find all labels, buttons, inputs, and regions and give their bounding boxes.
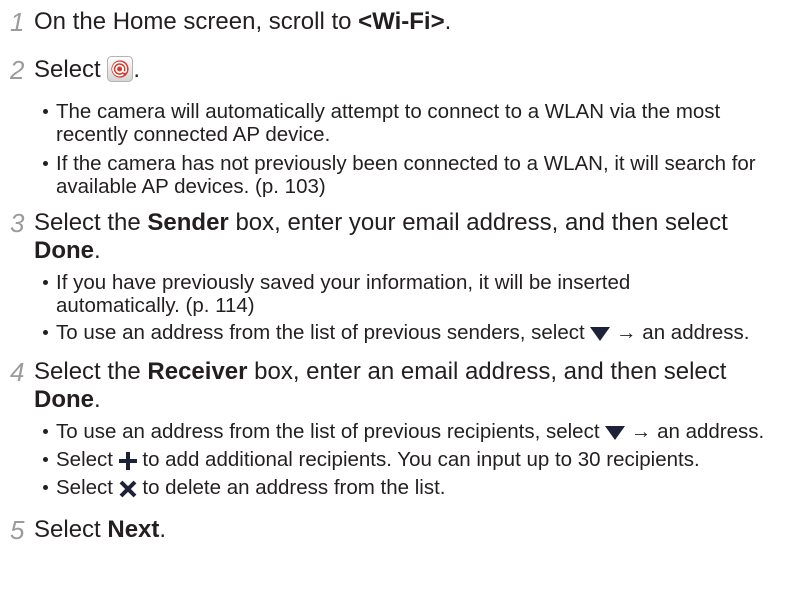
email-icon bbox=[107, 55, 134, 82]
bullet-text-run: To use an address from the list of previ… bbox=[56, 420, 606, 443]
step-number: 5 bbox=[10, 515, 25, 545]
step-text-run: . bbox=[94, 237, 101, 264]
bullet-text-run: The camera will automatically attempt to… bbox=[56, 100, 721, 123]
bullet-text: If the camera has not previously been co… bbox=[56, 152, 756, 175]
bullet-text-run: If you have previously saved your inform… bbox=[56, 271, 631, 294]
dropdown-triangle-icon bbox=[605, 425, 626, 440]
step-text: Select the Sender box, enter your email … bbox=[34, 209, 728, 237]
ui-term-next: Next bbox=[107, 516, 160, 543]
step-text-run: . bbox=[133, 56, 141, 83]
bullet-dot bbox=[43, 109, 48, 114]
bullet-dot bbox=[43, 485, 48, 490]
bullet-text-run: to add additional recipients. You can in… bbox=[136, 448, 700, 471]
step-text-run: . bbox=[94, 386, 101, 413]
bullet-dot bbox=[43, 161, 48, 166]
step-number: 3 bbox=[10, 208, 25, 238]
bullet-text: If you have previously saved your inform… bbox=[56, 271, 630, 294]
bullet-text-run: available AP devices. (p. 103) bbox=[56, 175, 326, 198]
step-text-run: box, enter your email address, and then … bbox=[228, 209, 728, 236]
bullet-text: Select to delete an address from the lis… bbox=[56, 476, 445, 499]
bullet-text-run: recently connected AP device. bbox=[56, 123, 331, 146]
bullet-text: To use an address from the list of previ… bbox=[56, 420, 764, 443]
step-text: Done. bbox=[34, 237, 101, 265]
bullet-text-run: Select bbox=[56, 448, 119, 471]
bullet-text-run: To use an address from the list of previ… bbox=[56, 321, 591, 344]
bullet-text: Select to add additional recipients. You… bbox=[56, 448, 700, 471]
step-text: Done. bbox=[34, 386, 101, 414]
bullet-text-run: automatically. (p. 114) bbox=[56, 294, 255, 317]
bullet-dot bbox=[43, 457, 48, 462]
bullet-text: automatically. (p. 114) bbox=[56, 294, 255, 317]
step-text: Select . bbox=[34, 55, 141, 84]
bullet-dot bbox=[43, 280, 48, 285]
step-number: 1 bbox=[10, 7, 25, 37]
step-text-run: On the Home screen, scroll to bbox=[34, 8, 359, 35]
step-text-run: box, enter an email address, and then se… bbox=[247, 358, 727, 385]
manual-page: 1 On the Home screen, scroll to <Wi-Fi>.… bbox=[0, 0, 791, 589]
menu-term-wifi: <Wi-Fi> bbox=[358, 8, 445, 35]
bullet-dot bbox=[43, 429, 48, 434]
bullet-dot bbox=[43, 330, 48, 335]
ui-term-done: Done bbox=[34, 237, 94, 264]
step-text: Select Next. bbox=[34, 516, 166, 544]
step-text-run: Select bbox=[34, 516, 108, 543]
step-number: 2 bbox=[10, 55, 25, 85]
ui-term-receiver: Receiver bbox=[147, 358, 248, 385]
step-text: On the Home screen, scroll to <Wi-Fi>. bbox=[34, 8, 451, 36]
bullet-text: available AP devices. (p. 103) bbox=[56, 175, 326, 198]
step-text-run: Select bbox=[34, 56, 108, 83]
bullet-text: The camera will automatically attempt to… bbox=[56, 100, 720, 123]
dropdown-triangle-icon bbox=[590, 326, 611, 341]
plus-icon bbox=[118, 451, 137, 470]
bullet-text-run: Select bbox=[56, 476, 119, 499]
bullet-text-run: to delete an address from the list. bbox=[136, 476, 446, 499]
step-text-run: Select the bbox=[34, 209, 148, 236]
ui-term-done: Done bbox=[34, 386, 94, 413]
step-text-run: . bbox=[159, 516, 167, 543]
bullet-text: recently connected AP device. bbox=[56, 123, 330, 146]
bullet-text-run: → an address. bbox=[625, 420, 765, 443]
step-text: Select the Receiver box, enter an email … bbox=[34, 358, 726, 386]
bullet-text-run: → an address. bbox=[610, 321, 750, 344]
bullet-text-run: If the camera has not previously been co… bbox=[56, 152, 756, 175]
bullet-text: To use an address from the list of previ… bbox=[56, 321, 749, 344]
ui-term-sender: Sender bbox=[147, 209, 229, 236]
step-number: 4 bbox=[10, 357, 25, 387]
step-text-run: Select the bbox=[34, 358, 148, 385]
step-text-run: . bbox=[444, 8, 452, 35]
delete-x-icon bbox=[119, 480, 137, 498]
